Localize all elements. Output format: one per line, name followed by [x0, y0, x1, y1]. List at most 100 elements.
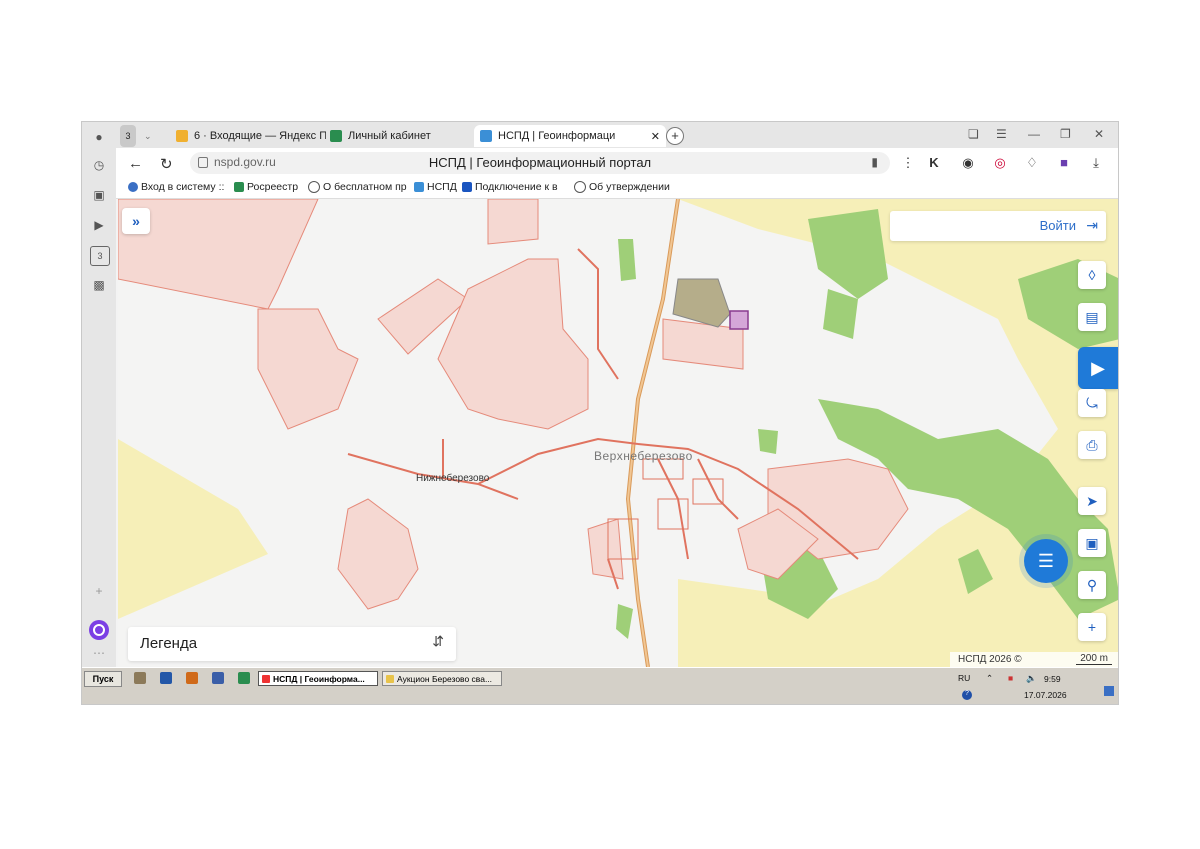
close-window-icon[interactable]: ✕	[1094, 127, 1104, 141]
ruler-button[interactable]: ▤	[1078, 303, 1106, 331]
tray-expand-icon[interactable]: ⌃	[986, 673, 993, 684]
history-icon[interactable]: ◷	[90, 156, 108, 174]
more-icon[interactable]: ⋯	[90, 644, 108, 662]
tab-strip: 3 ⌄ 6 · Входящие — Яндекс П Личный кабин…	[116, 122, 1118, 148]
bookmarks-bar: Вход в систему :: Росреестр О бесплатном…	[116, 178, 1118, 199]
rosreestr-icon	[330, 130, 342, 142]
mail-icon	[176, 130, 188, 142]
bookmark-approval[interactable]: Об утверждении	[574, 181, 670, 193]
menu-icon[interactable]: ☰	[996, 127, 1007, 141]
screen-button[interactable]: ▣	[1078, 529, 1106, 557]
photoshop-icon[interactable]	[160, 672, 172, 684]
address-bar: ← ↻ nspd.gov.ru НСПД | Геоинформационный…	[116, 148, 1118, 178]
collections-icon[interactable]: ▣	[90, 186, 108, 204]
locate-button[interactable]: ➤	[1078, 487, 1106, 515]
attribution-text: НСПД 2026 ©	[958, 654, 1022, 665]
extension-k-icon[interactable]: K	[926, 155, 942, 171]
download-icon[interactable]: ⤓	[1088, 155, 1104, 171]
map-canvas	[118, 199, 1118, 667]
restore-icon[interactable]: ❐	[1060, 127, 1071, 141]
search-location-button[interactable]: ⚲	[1078, 571, 1106, 599]
print-button[interactable]: ⎙	[1078, 431, 1106, 459]
new-tab-button[interactable]: +	[666, 127, 684, 145]
globe-icon	[308, 181, 320, 193]
layers-button[interactable]: ◊	[1078, 261, 1106, 289]
chevron-updown-icon: ⇵	[432, 633, 444, 649]
extension-puzzle-icon[interactable]: ♢	[1024, 155, 1040, 171]
map-attribution: НСПД 2026 © 200 m	[950, 652, 1118, 667]
tab-count-badge[interactable]: 3	[120, 125, 136, 147]
chat-button[interactable]: ☰	[1024, 539, 1068, 583]
close-tab-icon[interactable]: ✕	[651, 130, 660, 143]
tab-cabinet[interactable]: Личный кабинет	[330, 125, 460, 147]
extension-shield-icon[interactable]: ■	[1056, 155, 1072, 171]
network-icon[interactable]: ■	[1008, 673, 1013, 683]
tab-label: Личный кабинет	[348, 130, 431, 142]
extension-cloud-icon[interactable]: ◉	[960, 155, 976, 171]
language-indicator[interactable]: RU	[958, 673, 970, 683]
tabs-menu-chevron-icon[interactable]: ⌄	[144, 125, 152, 147]
reload-icon[interactable]: ↻	[160, 155, 173, 173]
excel-icon[interactable]	[238, 672, 250, 684]
share-button[interactable]: ⤿	[1078, 389, 1106, 417]
page-title: НСПД | Геоинформационный портал	[428, 155, 652, 170]
video-icon	[462, 182, 472, 192]
illustrator-icon[interactable]	[186, 672, 198, 684]
legend-label: Легенда	[140, 635, 198, 652]
tab-label: НСПД | Геоинформаци	[498, 130, 616, 142]
profile-icon[interactable]: ●	[90, 128, 108, 146]
tab-list-icon[interactable]: ❏	[968, 127, 979, 141]
task-nspd[interactable]: НСПД | Геоинформа...	[258, 671, 378, 686]
tab-mail[interactable]: 6 · Входящие — Яндекс П	[176, 125, 326, 147]
rail-badge[interactable]: 3	[90, 246, 110, 266]
bookmark-icon[interactable]: ▮	[871, 155, 878, 169]
rosreestr-icon	[234, 182, 244, 192]
map-label-nizhneberezovo: Нижнеберезово	[416, 473, 490, 484]
add-panel-icon[interactable]: +	[90, 582, 108, 600]
clock-time[interactable]: 9:59	[1044, 674, 1061, 684]
screenshot: ● ◷ ▣ ▶ 3 ▩ + ⋯ 3 ⌄ 6 · Входящие — Яндек…	[81, 121, 1119, 705]
bookmark-connect[interactable]: Подключение к в	[462, 181, 558, 193]
globe-icon	[574, 181, 586, 193]
help-icon[interactable]: ?	[962, 690, 972, 700]
expand-panel-button[interactable]: »	[122, 208, 150, 234]
clock-date[interactable]: 17.07.2026	[1024, 690, 1067, 700]
gear-icon	[128, 182, 138, 192]
task-auction[interactable]: Аукцион Березово сва...	[382, 671, 502, 686]
nspd-icon	[414, 182, 424, 192]
minimize-icon[interactable]: —	[1028, 127, 1040, 141]
browser-side-rail: ● ◷ ▣ ▶ 3 ▩ + ⋯	[82, 122, 116, 667]
folder-icon	[386, 675, 394, 683]
legend-panel[interactable]: Легенда ⇵	[128, 627, 456, 661]
chat-icon: ☰	[1037, 550, 1055, 571]
nspd-icon	[480, 130, 492, 142]
map-view[interactable]: Верхнеберезово Нижнеберезово » Войти ⇥ ◊…	[118, 199, 1118, 667]
login-icon: ⇥	[1086, 217, 1098, 233]
tab-label: 6 · Входящие — Яндекс П	[194, 130, 326, 142]
show-desktop-icon[interactable]	[1104, 686, 1114, 696]
screenshot-icon[interactable]: ▩	[90, 276, 108, 294]
bookmark-rosreestr[interactable]: Росреестр	[234, 181, 298, 193]
windows-taskbar: Пуск НСПД | Геоинформа... Аукцион Березо…	[82, 667, 1118, 704]
identify-button[interactable]: ▶	[1078, 347, 1118, 389]
play-icon[interactable]: ▶	[90, 216, 108, 234]
login-button[interactable]: Войти ⇥	[890, 211, 1106, 241]
bookmark-free[interactable]: О бесплатном пр	[308, 181, 407, 193]
volume-icon[interactable]: 🔈	[1026, 673, 1037, 684]
yandex-icon	[262, 675, 270, 683]
bookmark-login[interactable]: Вход в систему ::	[128, 181, 224, 193]
library-icon[interactable]	[134, 672, 146, 684]
alice-assistant-icon[interactable]	[89, 620, 109, 640]
back-icon[interactable]: ←	[128, 155, 143, 172]
tab-nspd[interactable]: НСПД | Геоинформаци ✕	[474, 125, 666, 147]
bookmark-nspd[interactable]: НСПД	[414, 181, 457, 193]
extension-target-icon[interactable]: ◎	[992, 155, 1008, 171]
more-vertical-icon[interactable]: ⋮	[900, 155, 916, 171]
login-label: Войти	[1039, 218, 1076, 233]
start-button[interactable]: Пуск	[84, 671, 122, 687]
scale-bar: 200 m	[1076, 653, 1112, 665]
map-label-verkhneberezovo: Верхнеберезово	[594, 449, 693, 463]
save-icon[interactable]	[212, 672, 224, 684]
zoom-in-button[interactable]: +	[1078, 613, 1106, 641]
url-field[interactable]: nspd.gov.ru НСПД | Геоинформационный пор…	[190, 152, 890, 174]
